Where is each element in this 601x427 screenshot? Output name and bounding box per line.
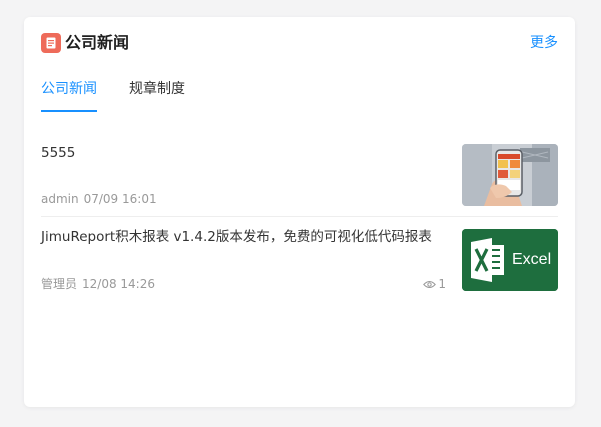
news-meta: 管理员 12/08 14:26 bbox=[41, 276, 155, 292]
news-thumbnail[interactable] bbox=[462, 144, 558, 206]
tab-company-news[interactable]: 公司新闻 bbox=[41, 80, 97, 98]
eye-icon bbox=[423, 281, 437, 288]
news-item[interactable]: JimuReport积木报表 v1.4.2版本发布，免费的可视化低代码报表 管理… bbox=[41, 228, 558, 294]
thumbnail-label: Excel bbox=[512, 251, 552, 268]
more-link[interactable]: 更多 bbox=[530, 34, 558, 52]
news-icon bbox=[41, 33, 61, 53]
news-author: 管理员 bbox=[41, 277, 78, 291]
news-item[interactable]: 5555 admin 07/09 16:01 bbox=[41, 144, 558, 217]
tab-regulations[interactable]: 规章制度 bbox=[129, 80, 185, 98]
card-title: 公司新闻 bbox=[65, 33, 130, 52]
view-count-value: 1 bbox=[438, 277, 446, 291]
news-thumbnail[interactable]: Excel bbox=[462, 229, 558, 291]
news-time: 07/09 16:01 bbox=[83, 192, 157, 206]
news-title[interactable]: 5555 bbox=[41, 144, 75, 162]
active-tab-indicator bbox=[41, 110, 97, 112]
card-header: 公司新闻 更多 bbox=[41, 33, 558, 55]
news-card: 公司新闻 更多 公司新闻 规章制度 5555 admin 07/09 16:01 bbox=[24, 17, 575, 407]
news-meta: admin 07/09 16:01 bbox=[41, 191, 157, 207]
news-author: admin bbox=[41, 192, 79, 206]
view-count: 1 bbox=[423, 276, 446, 292]
phone-shopping-photo bbox=[462, 144, 558, 206]
news-title[interactable]: JimuReport积木报表 v1.4.2版本发布，免费的可视化低代码报表 bbox=[41, 228, 432, 246]
news-time: 12/08 14:26 bbox=[82, 277, 155, 291]
